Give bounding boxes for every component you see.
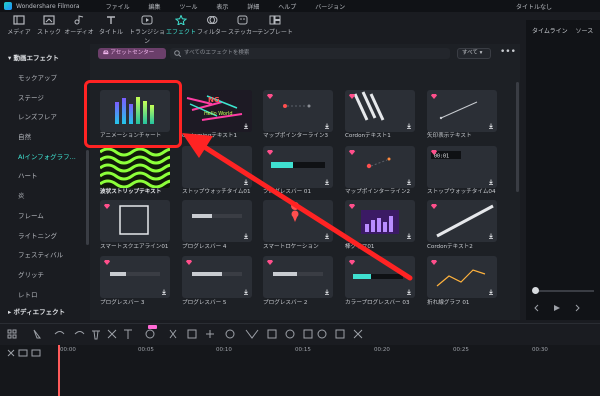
filmora-window: Wondershare Filmora ファイル 編集 ツール 表示 詳細 ヘル… [0, 0, 600, 396]
annotation-arrow [182, 133, 413, 281]
